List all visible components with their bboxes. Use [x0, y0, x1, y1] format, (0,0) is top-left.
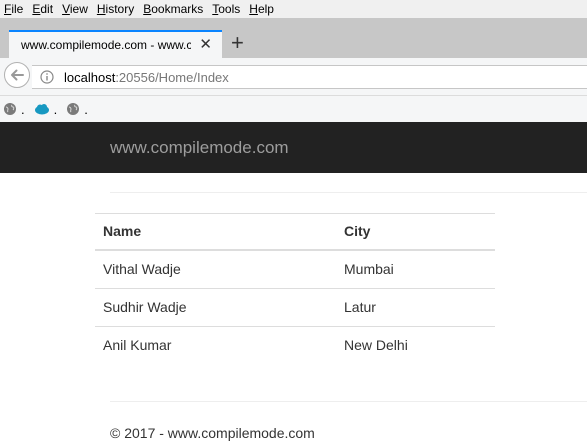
url-text[interactable]: localhost:20556/Home/Index [64, 70, 229, 85]
column-header-name: Name [95, 213, 336, 251]
globe-icon [67, 103, 80, 115]
bookmark-1[interactable]: . [3, 102, 25, 117]
menu-view[interactable]: View [58, 1, 93, 17]
cell-name: Vithal Wadje [95, 249, 336, 289]
menu-edit[interactable]: Edit [28, 1, 58, 17]
menu-history[interactable]: History [93, 1, 139, 17]
menu-bar: File Edit View History Bookmarks Tools H… [0, 0, 587, 18]
divider [110, 192, 587, 193]
tab-strip: www.compilemode.com - www.compi ✕ + [0, 18, 587, 58]
tab-active[interactable]: www.compilemode.com - www.compi ✕ [9, 30, 222, 58]
cell-name: Anil Kumar [103, 337, 172, 353]
cell-name: Sudhir Wadje [95, 288, 336, 327]
divider [110, 401, 587, 402]
column-header-city: City [336, 213, 495, 251]
bookmark-2[interactable]: . [34, 102, 57, 117]
cell-city: Mumbai [336, 249, 495, 289]
back-button[interactable] [4, 62, 30, 88]
footer-text: © 2017 - www.compilemode.com [110, 425, 315, 441]
globe-icon [4, 103, 16, 115]
table-row: Sudhir Wadje Latur [95, 288, 495, 327]
back-arrow-icon [11, 69, 24, 81]
site-navbar: www.compilemode.com [0, 122, 587, 173]
cell-city: Latur [336, 288, 495, 327]
people-table: Name City Vithal Wadje Mumbai Sudhir Wad… [95, 213, 495, 364]
info-icon[interactable] [40, 70, 54, 84]
bookmark-3[interactable]: . [66, 102, 88, 117]
new-tab-icon[interactable]: + [231, 32, 244, 54]
menu-tools[interactable]: Tools [208, 1, 245, 17]
menu-help[interactable]: Help [245, 1, 279, 17]
table-row: Vithal Wadje Mumbai [95, 249, 495, 289]
address-bar[interactable]: localhost:20556/Home/Index [32, 65, 587, 89]
table-row: Anil Kumar New Delhi [95, 326, 495, 364]
menu-file[interactable]: File [0, 1, 28, 17]
brand-link[interactable]: www.compilemode.com [110, 138, 289, 158]
tab-title: www.compilemode.com - www.compi [21, 38, 191, 52]
navigation-bar: localhost:20556/Home/Index [0, 58, 587, 96]
table-header-row: Name City [95, 213, 495, 251]
close-tab-icon[interactable]: ✕ [199, 36, 212, 54]
menu-bookmarks[interactable]: Bookmarks [139, 1, 208, 17]
cloud-icon [34, 104, 49, 115]
cell-city: New Delhi [344, 337, 408, 353]
bookmarks-toolbar: . . . [0, 96, 587, 122]
